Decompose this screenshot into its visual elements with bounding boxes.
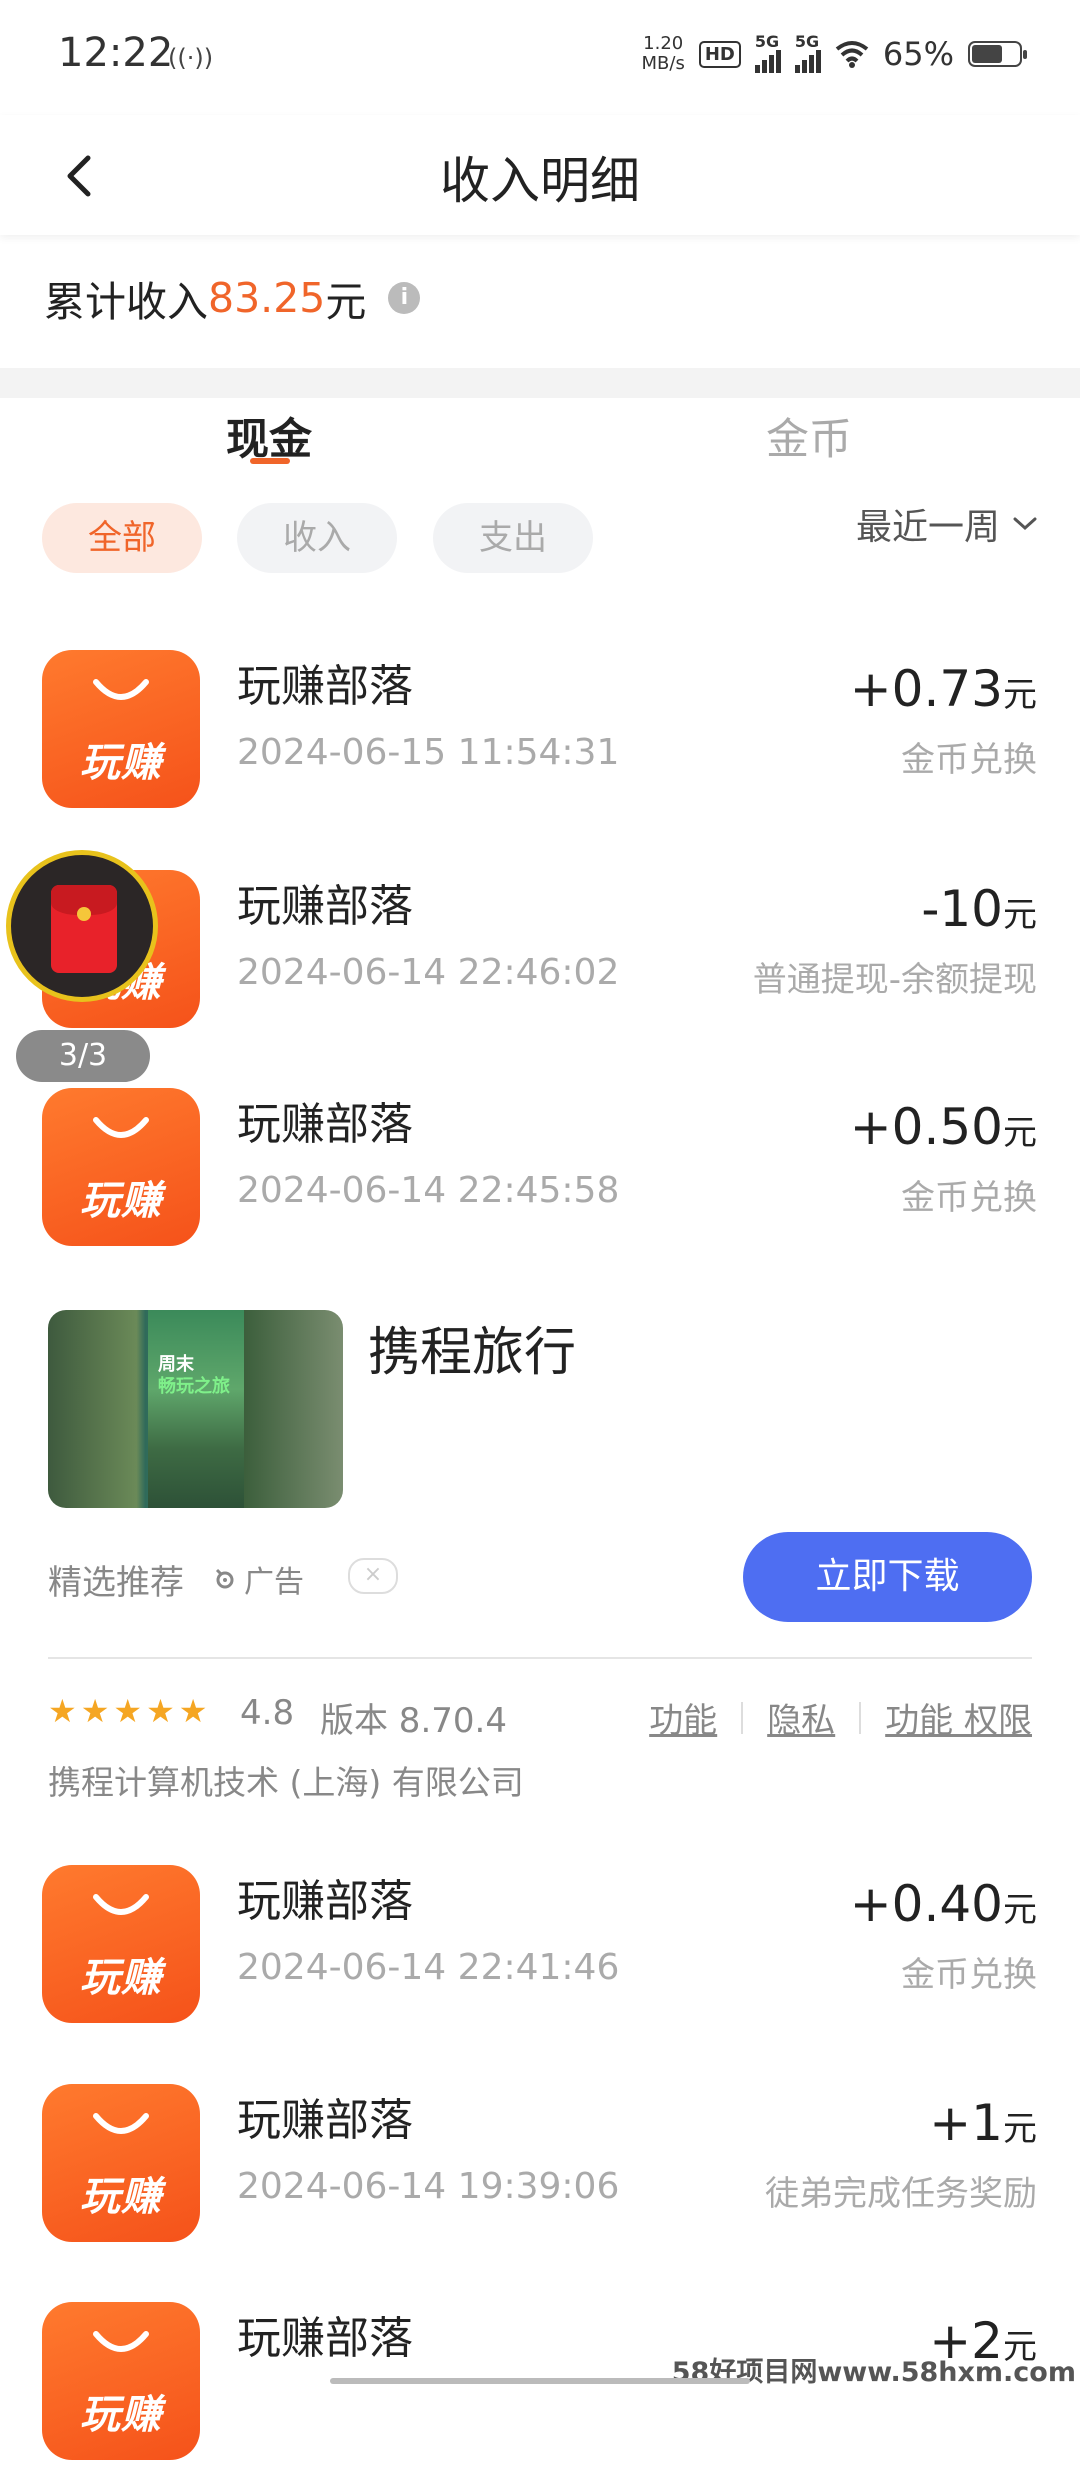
section-divider xyxy=(0,368,1080,398)
ad-links: 功能 隐私 功能 权限 xyxy=(649,1693,1032,1742)
app-version: 版本 8.70.4 xyxy=(320,1701,507,1741)
battery-text: 65% xyxy=(882,35,954,73)
transaction-row[interactable]: 玩赚 玩赚部落 2024-06-14 22:46:02 -10元 普通提现-余额… xyxy=(0,860,1080,1040)
transaction-time: 2024-06-14 22:46:02 xyxy=(237,952,620,993)
red-envelope-icon xyxy=(51,885,117,973)
signal-icon-1: 5G xyxy=(754,32,781,73)
transaction-amount: +1元 xyxy=(929,2094,1037,2152)
transaction-row[interactable]: 玩赚 玩赚部落 2024-06-14 22:41:46 +0.40元 金币兑换 xyxy=(0,1855,1080,2035)
signal-icon-2: 5G xyxy=(794,32,821,73)
transaction-desc: 金币兑换 xyxy=(901,1955,1037,1995)
home-indicator[interactable] xyxy=(330,2378,750,2384)
transaction-row[interactable]: 玩赚 玩赚部落 2024-06-15 11:54:31 +0.73元 金币兑换 xyxy=(0,640,1080,820)
transaction-desc: 普通提现-余额提现 xyxy=(752,960,1037,1000)
app-icon: 玩赚 xyxy=(42,1865,200,2023)
app-icon: 玩赚 xyxy=(42,1088,200,1246)
tab-coins[interactable]: 金币 xyxy=(766,405,852,467)
star-icon: ★ xyxy=(113,1692,143,1730)
ad-app-name[interactable]: 携程旅行 xyxy=(368,1310,576,1385)
transaction-row[interactable]: 玩赚 玩赚部落 2024-06-14 22:45:58 +0.50元 金币兑换 xyxy=(0,1078,1080,1258)
active-tab-indicator xyxy=(250,458,290,464)
total-income-amount: 83.25 xyxy=(208,274,326,322)
permissions-link[interactable]: 功能 权限 xyxy=(885,1693,1032,1742)
features-link[interactable]: 功能 xyxy=(649,1693,717,1742)
red-packet-float-button[interactable] xyxy=(6,850,158,1002)
app-icon: 玩赚 xyxy=(42,650,200,808)
transaction-row[interactable]: 玩赚 玩赚部落 2024-06-14 19:39:06 +1元 徒弟完成任务奖励 xyxy=(0,2074,1080,2254)
vibrate-icon: ((·)) xyxy=(168,44,214,72)
ad-image[interactable]: 周末 畅玩之旅 xyxy=(48,1310,343,1508)
top-app-bar: 收入明细 xyxy=(0,115,1080,235)
transaction-amount: -10元 xyxy=(921,880,1037,938)
transaction-title: 玩赚部落 xyxy=(237,2313,413,2364)
ad-recommend-label: 精选推荐 xyxy=(48,1563,184,1603)
transaction-title: 玩赚部落 xyxy=(237,661,413,712)
info-icon[interactable]: i xyxy=(388,282,421,314)
transaction-desc: 金币兑换 xyxy=(901,1178,1037,1218)
filter-chip-all[interactable]: 全部 xyxy=(42,503,202,573)
transaction-title: 玩赚部落 xyxy=(237,1876,413,1927)
ad-mark-icon xyxy=(215,1568,234,1589)
float-counter-badge: 3/3 xyxy=(16,1030,150,1082)
battery-icon xyxy=(968,41,1027,67)
chevron-down-icon xyxy=(1013,517,1037,531)
transaction-amount: +0.73元 xyxy=(849,660,1037,718)
hd-icon: HD xyxy=(698,40,741,68)
wifi-icon xyxy=(835,41,869,68)
download-button[interactable]: 立即下载 xyxy=(743,1532,1032,1622)
ad-close-icon[interactable]: × xyxy=(348,1558,398,1594)
period-label: 最近一周 xyxy=(855,507,1000,548)
transaction-time: 2024-06-15 11:54:31 xyxy=(237,732,620,773)
transaction-title: 玩赚部落 xyxy=(237,1099,413,1150)
ad-divider xyxy=(48,1657,1032,1659)
transaction-time: 2024-06-14 22:41:46 xyxy=(237,1947,620,1988)
transaction-amount: +0.50元 xyxy=(849,1098,1037,1156)
transaction-desc: 徒弟完成任务奖励 xyxy=(765,2174,1037,2214)
total-income-unit: 元 xyxy=(325,278,367,326)
period-dropdown[interactable]: 最近一周 xyxy=(856,498,1038,550)
rating-stars: ★ ★ ★ ★ ★ xyxy=(48,1694,207,1728)
star-icon: ★ xyxy=(80,1692,110,1730)
status-bar: 12:22 ((·)) 1.20 MB/s HD 5G 5G 65% xyxy=(0,0,1080,115)
privacy-link[interactable]: 隐私 xyxy=(767,1693,835,1742)
app-icon: 玩赚 xyxy=(42,2302,200,2460)
transaction-time: 2024-06-14 19:39:06 xyxy=(237,2166,620,2207)
transaction-amount: +0.40元 xyxy=(849,1875,1037,1933)
battery-fill xyxy=(972,45,1002,63)
star-icon: ★ xyxy=(146,1692,175,1730)
page-title: 收入明细 xyxy=(440,152,640,210)
star-icon: ★ xyxy=(48,1692,77,1730)
app-icon: 玩赚 xyxy=(42,2084,200,2242)
transaction-title: 玩赚部落 xyxy=(237,881,413,932)
star-half-icon: ★ xyxy=(178,1692,208,1730)
status-time: 12:22 xyxy=(58,30,174,76)
transaction-time: 2024-06-14 22:45:58 xyxy=(237,1170,620,1211)
transaction-desc: 金币兑换 xyxy=(901,740,1037,780)
transaction-title: 玩赚部落 xyxy=(237,2095,413,2146)
ad-label: 广告 xyxy=(212,1557,304,1601)
ad-company: 携程计算机技术 (上海) 有限公司 xyxy=(48,1763,524,1802)
filter-chip-expense[interactable]: 支出 xyxy=(433,503,593,573)
network-speed: 1.20 MB/s xyxy=(641,33,685,74)
total-income: 累计收入 83.25 元 i xyxy=(44,268,421,328)
total-income-label: 累计收入 xyxy=(44,278,208,326)
rating-value: 4.8 xyxy=(240,1693,295,1733)
filter-chip-income[interactable]: 收入 xyxy=(237,503,397,573)
